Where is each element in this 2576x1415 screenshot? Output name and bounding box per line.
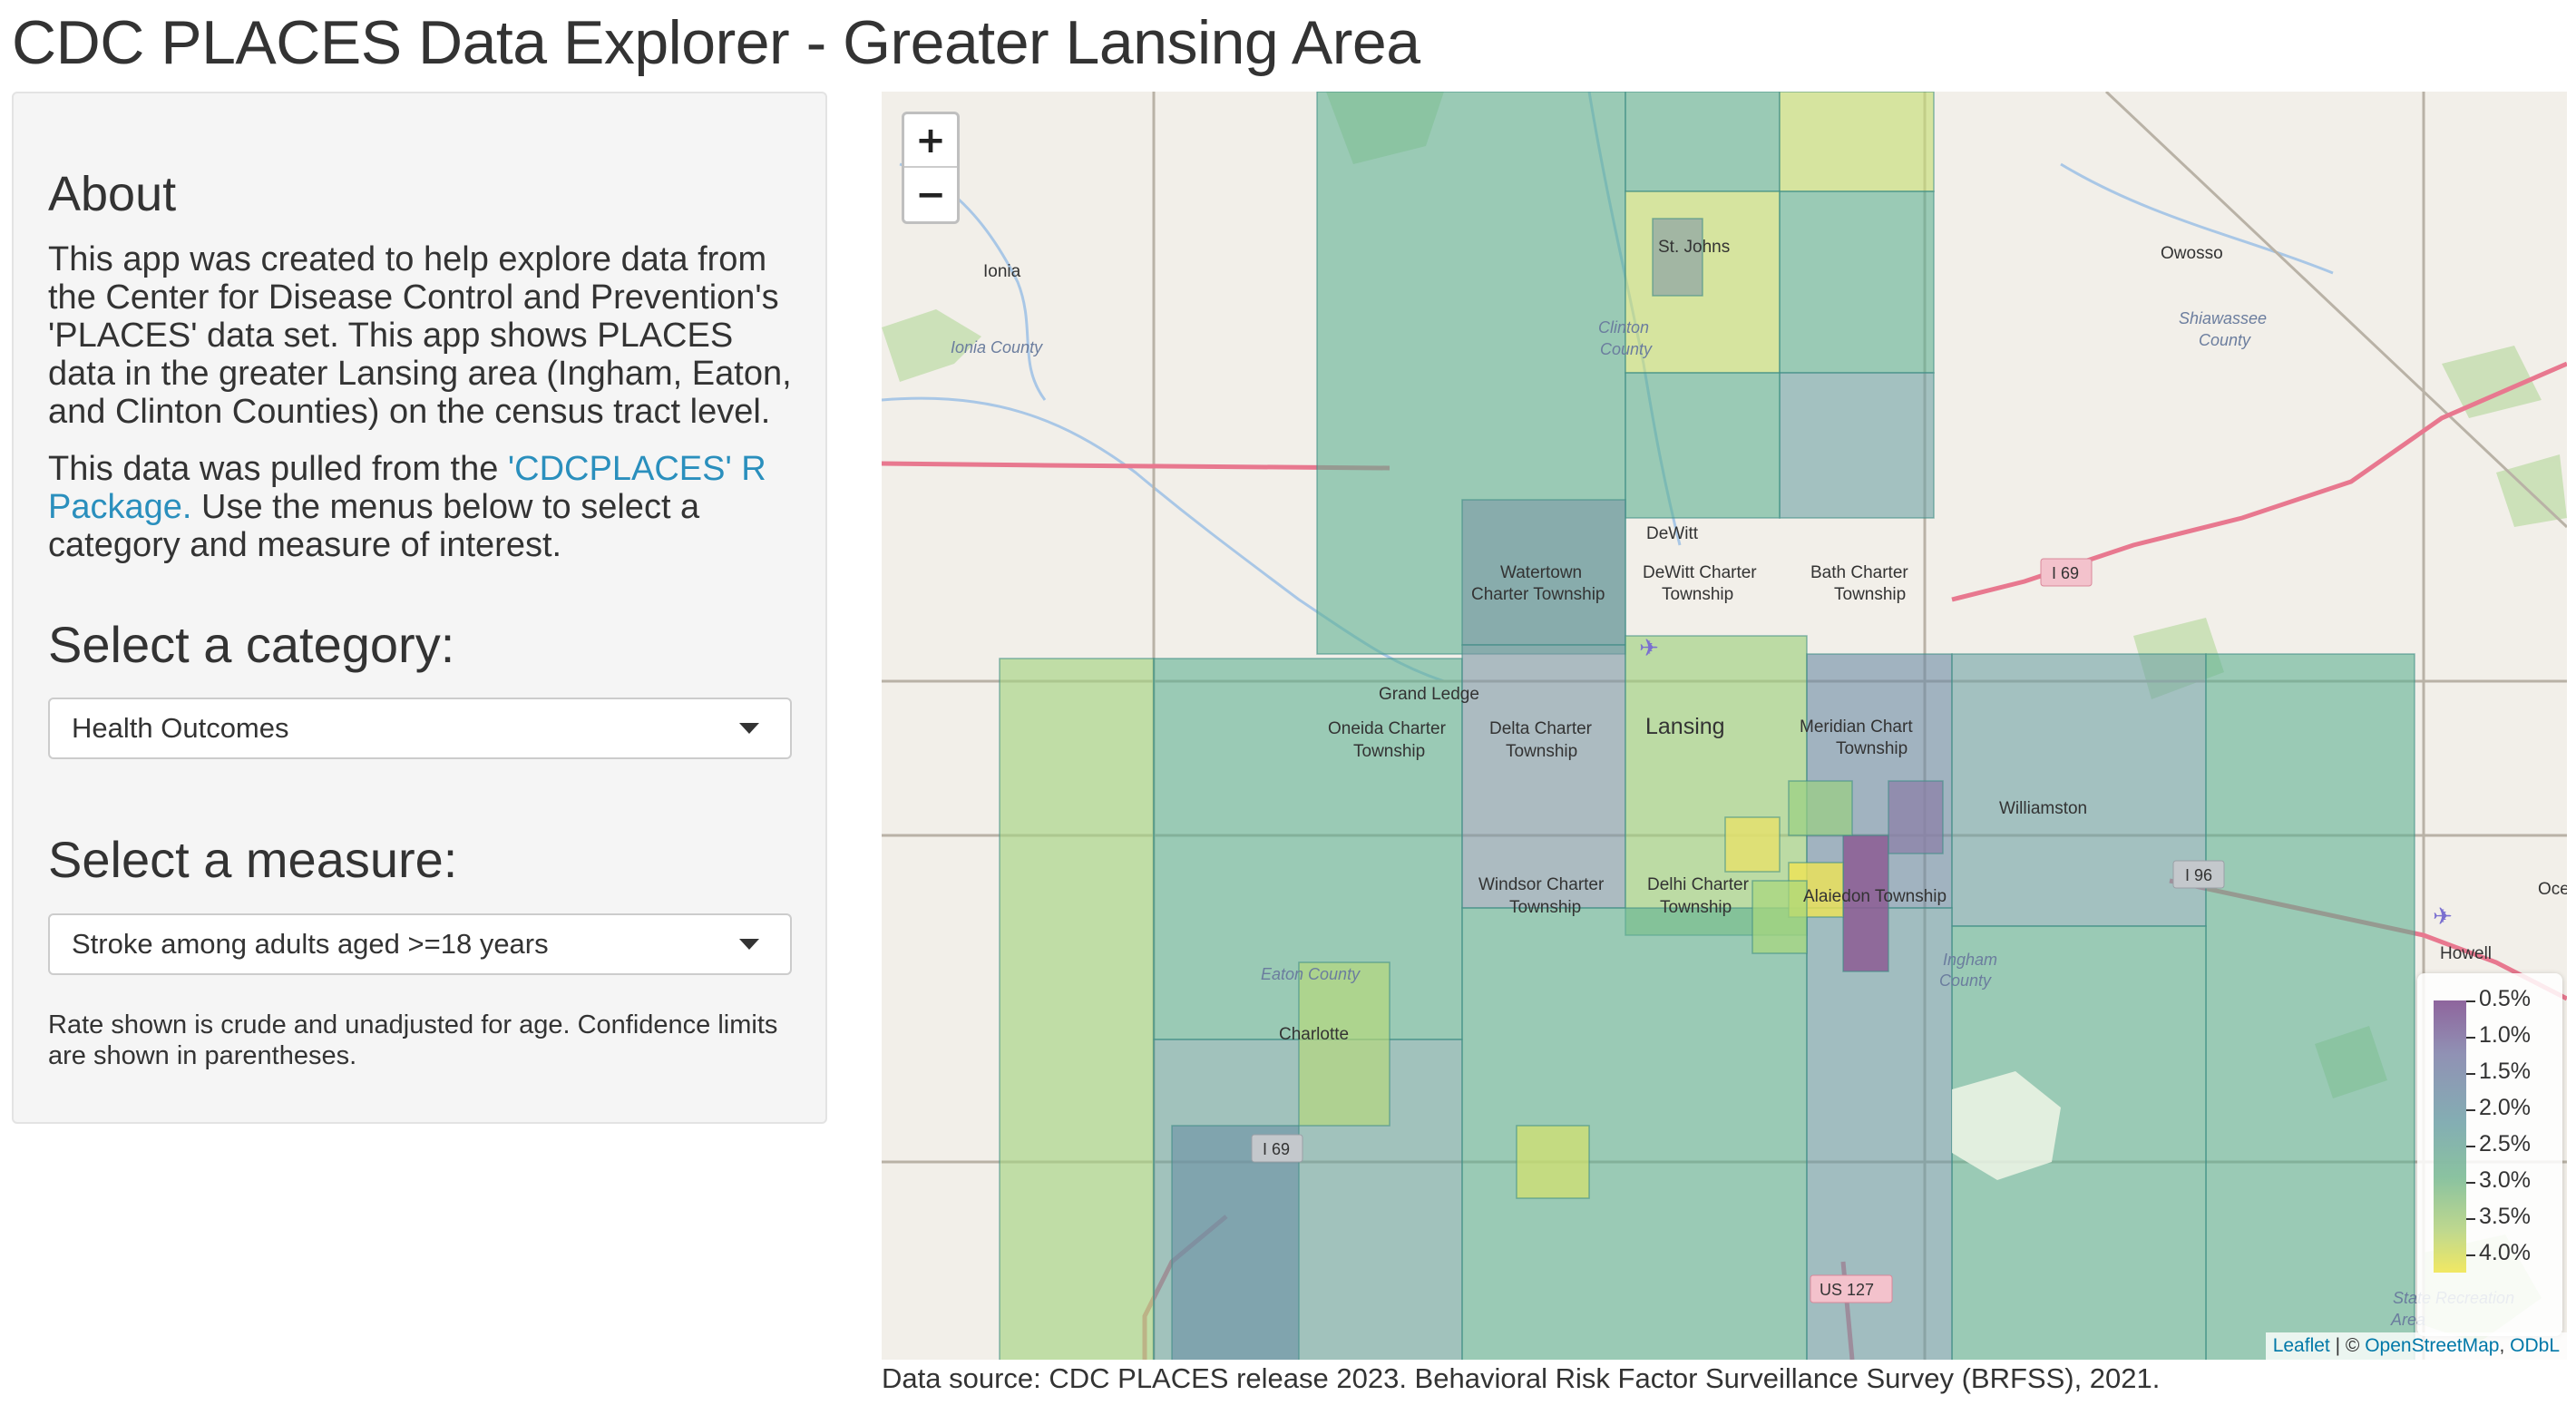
legend-tick (2466, 1000, 2475, 1002)
county-ingham-2: County (1939, 971, 1992, 990)
legend-tick (2466, 1073, 2475, 1075)
legend-color-ramp (2434, 1000, 2466, 1273)
legend-tick (2466, 1254, 2475, 1256)
leaflet-map[interactable]: St. Johns DeWitt Watertown Charter Towns… (882, 92, 2567, 1360)
place-windsor-2: Township (1509, 898, 1581, 917)
chevron-down-icon (739, 723, 759, 734)
legend-tick (2466, 1182, 2475, 1184)
shield-i96: I 96 (2172, 860, 2225, 889)
measure-label: Select a measure: (48, 831, 458, 888)
place-delta-2: Township (1506, 742, 1577, 761)
place-bath-2: Township (1834, 585, 1906, 604)
legend-label: 2.0% (2479, 1095, 2531, 1120)
legend-label: 2.5% (2479, 1131, 2531, 1156)
category-label: Select a category: (48, 616, 455, 673)
place-oce: Oce (2538, 880, 2567, 899)
leaflet-link[interactable]: Leaflet (2273, 1335, 2330, 1356)
shield-i69-sw: I 69 (1251, 1134, 1303, 1163)
pulled-text-before: This data was pulled from the (48, 450, 508, 488)
county-eaton: Eaton County (1261, 965, 1361, 983)
sidebar-panel: About This app was created to help explo… (12, 92, 827, 1124)
place-howell: Howell (2440, 944, 2492, 963)
place-dewitt-charter: DeWitt Charter (1643, 563, 1757, 582)
place-delhi: Delhi Charter (1647, 875, 1750, 894)
place-alaiedon: Alaiedon Township (1803, 887, 1947, 906)
svg-text:I 69: I 69 (2052, 564, 2079, 582)
airport-icon: ✈ (1639, 635, 1659, 662)
svg-text:US 127: US 127 (1820, 1281, 1874, 1299)
category-select-value: Health Outcomes (72, 712, 289, 744)
legend-label: 3.5% (2479, 1204, 2531, 1229)
place-grand-ledge: Grand Ledge (1379, 685, 1479, 704)
chevron-down-icon (739, 939, 759, 950)
place-ionia: Ionia (983, 262, 1021, 281)
legend-label: 1.5% (2479, 1059, 2531, 1084)
place-oneida-2: Township (1353, 742, 1425, 761)
map-legend: 0.5% 1.0% 1.5% 2.0% 2.5% 3.0% 3.5% 4.0% (2417, 973, 2562, 1336)
about-heading: About (48, 167, 177, 221)
place-bath: Bath Charter (1810, 563, 1908, 582)
svg-text:I 96: I 96 (2185, 866, 2212, 884)
place-owosso: Owosso (2161, 244, 2223, 263)
place-oneida: Oneida Charter (1328, 719, 1447, 738)
page-title: CDC PLACES Data Explorer - Greater Lansi… (12, 8, 1420, 77)
shield-us127: US 127 (1810, 1274, 1893, 1303)
place-dewitt-charter-2: Township (1662, 585, 1733, 604)
legend-label: 4.0% (2479, 1240, 2531, 1265)
place-delhi-2: Township (1660, 898, 1732, 917)
place-watertown-2: Charter Township (1471, 585, 1605, 604)
county-shiawassee: Shiawassee (2179, 309, 2267, 327)
legend-label: 1.0% (2479, 1022, 2531, 1048)
openstreetmap-link[interactable]: OpenStreetMap (2365, 1335, 2499, 1356)
attribution-separator: | © (2329, 1335, 2366, 1356)
measure-select-value: Stroke among adults aged >=18 years (72, 928, 549, 960)
place-watertown: Watertown (1500, 563, 1582, 582)
zoom-control: + − (902, 112, 960, 224)
legend-label: 3.0% (2479, 1167, 2531, 1193)
county-ionia: Ionia County (951, 338, 1043, 356)
legend-tick (2466, 1146, 2475, 1147)
data-source-caption: Data source: CDC PLACES release 2023. Be… (882, 1362, 2161, 1394)
place-meridian: Meridian Chart (1800, 717, 1913, 737)
legend-label: 0.5% (2479, 986, 2531, 1011)
county-shiawassee-2: County (2199, 331, 2251, 349)
zoom-out-button[interactable]: − (904, 168, 957, 221)
attribution-comma: , (2499, 1335, 2511, 1356)
airport-icon: ✈ (2433, 903, 2453, 931)
place-charlotte: Charlotte (1279, 1025, 1349, 1044)
place-williamston: Williamston (1999, 799, 2087, 818)
odbl-link[interactable]: ODbL (2510, 1335, 2560, 1356)
county-clinton-2: County (1600, 340, 1653, 358)
place-meridian-2: Township (1836, 739, 1908, 758)
county-clinton: Clinton (1598, 318, 1649, 337)
place-dewitt: DeWitt (1646, 524, 1699, 543)
place-windsor: Windsor Charter (1478, 875, 1605, 894)
place-st-johns: St. Johns (1658, 238, 1730, 257)
shield-i69-ne: I 69 (2040, 558, 2093, 587)
legend-tick (2466, 1218, 2475, 1220)
place-delta: Delta Charter (1489, 719, 1593, 738)
data-source-paragraph: This data was pulled from the 'CDCPLACES… (48, 450, 801, 564)
legend-tick (2466, 1037, 2475, 1039)
place-lansing: Lansing (1645, 714, 1725, 739)
zoom-in-button[interactable]: + (904, 114, 957, 168)
svg-text:I 69: I 69 (1263, 1140, 1290, 1158)
rate-note: Rate shown is crude and unadjusted for a… (48, 1010, 778, 1070)
measure-select[interactable]: Stroke among adults aged >=18 years (48, 913, 792, 975)
county-ingham: Ingham (1943, 951, 1997, 969)
about-text: This app was created to help explore dat… (48, 240, 792, 431)
map-attribution: Leaflet | © OpenStreetMap, ODbL (2265, 1332, 2567, 1360)
legend-tick (2466, 1109, 2475, 1111)
map-canvas[interactable]: St. Johns DeWitt Watertown Charter Towns… (882, 92, 2567, 1360)
category-select[interactable]: Health Outcomes (48, 698, 792, 759)
